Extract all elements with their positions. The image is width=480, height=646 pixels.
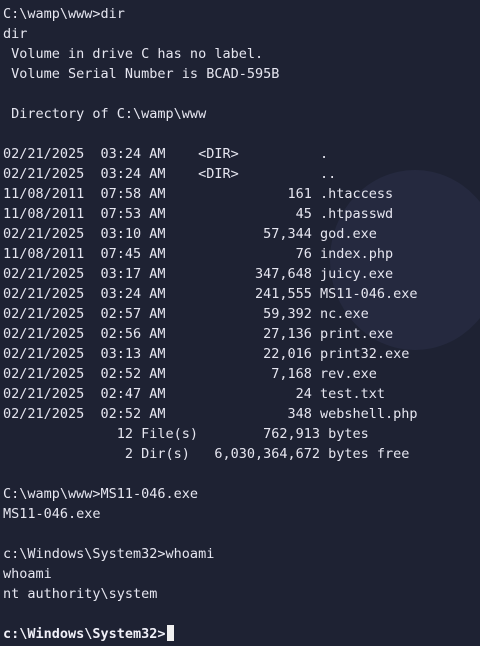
terminal-line: c:\Windows\System32>whoami (3, 546, 215, 562)
terminal-line: 02/21/2025 03:24 AM <DIR> . (3, 146, 329, 162)
terminal-line: 02/21/2025 03:24 AM <DIR> .. (3, 166, 337, 182)
terminal-line: 02/21/2025 03:17 AM 347,648 juicy.exe (3, 266, 394, 282)
terminal-line: dir (3, 26, 28, 42)
terminal-line: 12 File(s) 762,913 bytes (3, 426, 369, 442)
terminal-output: C:\wamp\www>dir dir Volume in drive C ha… (3, 4, 480, 644)
terminal-window[interactable]: C:\wamp\www>dir dir Volume in drive C ha… (0, 0, 480, 646)
terminal-line: 02/21/2025 03:24 AM 241,555 MS11-046.exe (3, 286, 418, 302)
terminal-line: whoami (3, 566, 52, 582)
cursor-block[interactable] (166, 625, 174, 641)
terminal-input-line[interactable]: c:\Windows\System32> (3, 624, 480, 644)
terminal-line: Volume Serial Number is BCAD-595B (3, 66, 280, 82)
terminal-line: MS11-046.exe (3, 506, 101, 522)
terminal-line: 02/21/2025 02:52 AM 7,168 rev.exe (3, 366, 377, 382)
terminal-line: 02/21/2025 02:47 AM 24 test.txt (3, 386, 386, 402)
terminal-line: C:\wamp\www>MS11-046.exe (3, 486, 199, 502)
terminal-line: C:\wamp\www>dir (3, 6, 125, 22)
terminal-line: 11/08/2011 07:45 AM 76 index.php (3, 246, 394, 262)
terminal-line: Directory of C:\wamp\www (3, 106, 207, 122)
terminal-line: 02/21/2025 03:10 AM 57,344 god.exe (3, 226, 377, 242)
terminal-line: 02/21/2025 02:56 AM 27,136 print.exe (3, 326, 394, 342)
terminal-line: 02/21/2025 02:52 AM 348 webshell.php (3, 406, 418, 422)
current-prompt: c:\Windows\System32> (3, 626, 166, 642)
terminal-line: 2 Dir(s) 6,030,364,672 bytes free (3, 446, 410, 462)
terminal-line: 02/21/2025 02:57 AM 59,392 nc.exe (3, 306, 369, 322)
terminal-line: 11/08/2011 07:53 AM 45 .htpasswd (3, 206, 394, 222)
terminal-line: 02/21/2025 03:13 AM 22,016 print32.exe (3, 346, 410, 362)
terminal-line: nt authority\system (3, 586, 158, 602)
terminal-line: Volume in drive C has no label. (3, 46, 264, 62)
terminal-line: 11/08/2011 07:58 AM 161 .htaccess (3, 186, 394, 202)
